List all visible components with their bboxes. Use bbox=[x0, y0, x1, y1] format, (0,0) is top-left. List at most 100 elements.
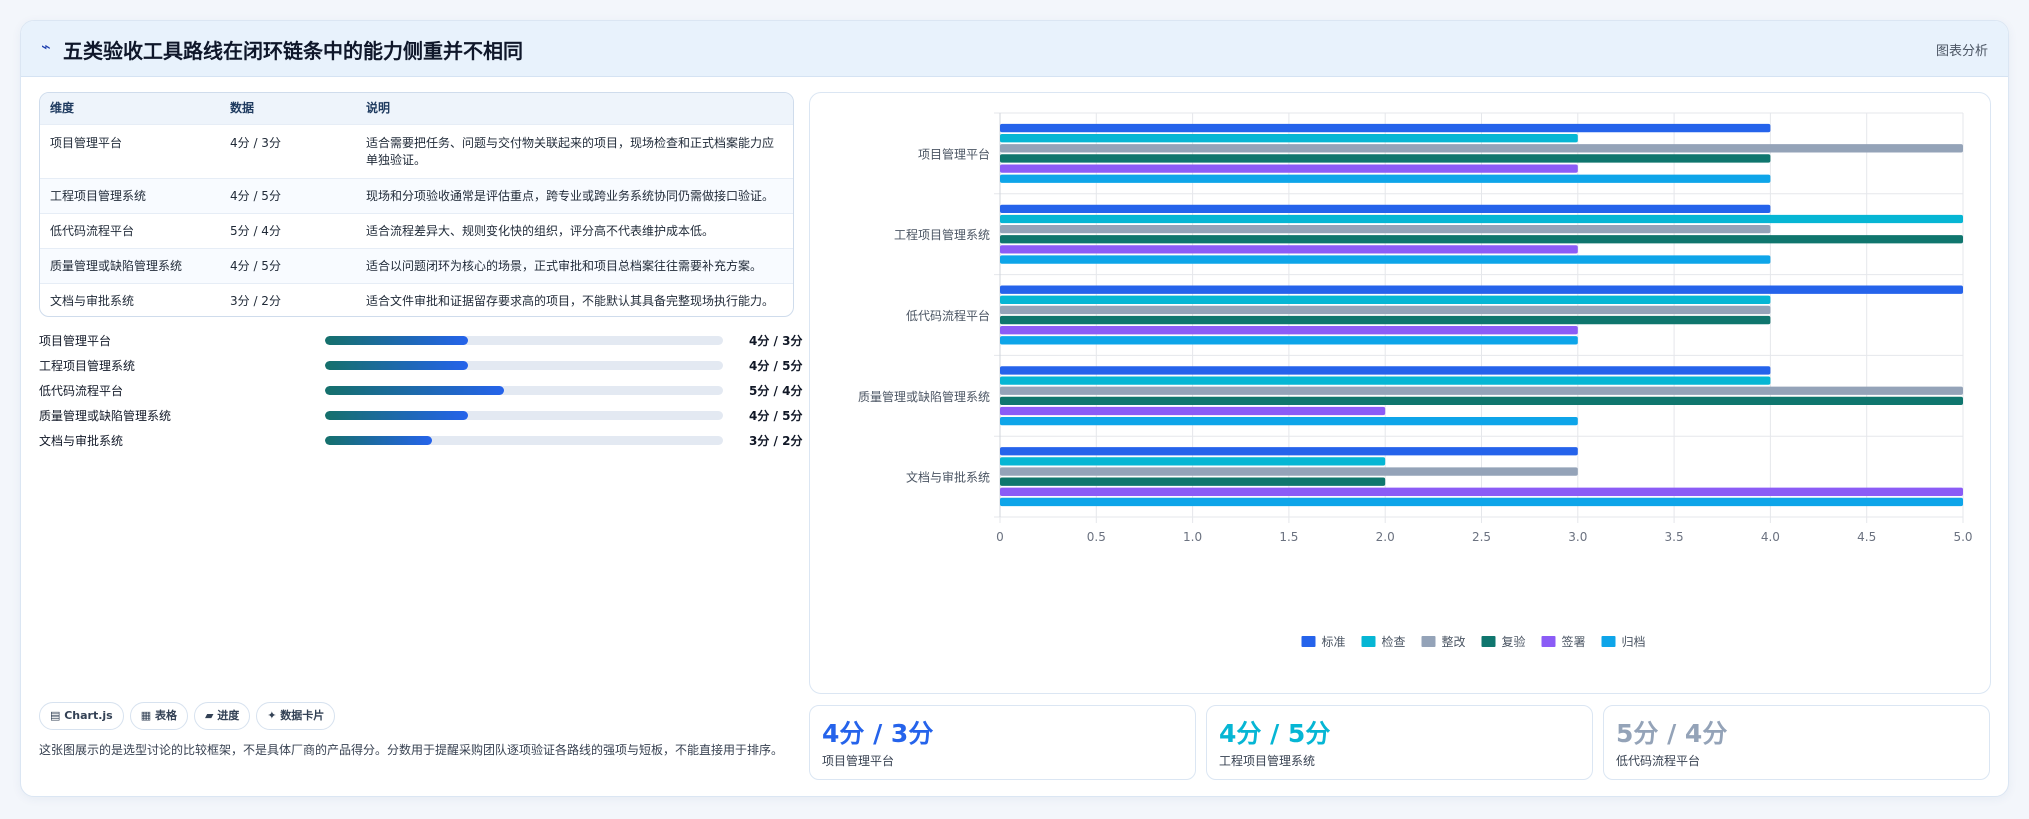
card-header: ⌁ 五类验收工具路线在闭环链条中的能力侧重并不相同 图表分析 bbox=[21, 21, 2008, 77]
y-tick-label: 质量管理或缺陷管理系统 bbox=[858, 389, 990, 404]
table-cell: 低代码流程平台 bbox=[50, 224, 135, 238]
chip-progress[interactable]: ▰ 进度 bbox=[193, 702, 251, 730]
progress-label: 低代码流程平台 bbox=[39, 384, 124, 398]
bar-标准 bbox=[1000, 123, 1771, 133]
y-tick-label: 低代码流程平台 bbox=[906, 308, 990, 323]
progress-row: 低代码流程平台 5分 / 4分 bbox=[39, 381, 802, 399]
bar-标准 bbox=[1000, 447, 1578, 456]
table-cell: 4分 / 5分 bbox=[230, 189, 281, 203]
table-cell: 文档与审批系统 bbox=[50, 294, 135, 308]
legend-label: 整改 bbox=[1442, 634, 1466, 649]
table-header-row: 维度 数据 说明 bbox=[40, 93, 793, 125]
legend-label: 签署 bbox=[1562, 634, 1586, 649]
progress-value: 3分 / 2分 bbox=[749, 434, 803, 448]
progress-label: 文档与审批系统 bbox=[39, 434, 124, 448]
legend-swatch bbox=[1541, 636, 1556, 647]
stat-card: 5分 / 4分 低代码流程平台 bbox=[1603, 705, 1990, 780]
bar-归档 bbox=[1000, 416, 1578, 426]
progress-track bbox=[325, 436, 723, 445]
table-cell: 项目管理平台 bbox=[50, 136, 123, 150]
x-tick-label: 0.5 bbox=[1087, 530, 1106, 544]
table-row: 质量管理或缺陷管理系统 4分 / 5分 适合以问题闭环为核心的场景，正式审批和项… bbox=[40, 249, 793, 284]
table-cell: 4分 / 5分 bbox=[230, 259, 281, 273]
bar-标准 bbox=[1000, 204, 1771, 214]
table-cell: 质量管理或缺陷管理系统 bbox=[50, 259, 183, 273]
bar-复验 bbox=[1000, 235, 1963, 244]
table-row: 项目管理平台 4分 / 3分 适合需要把任务、问题与交付物关联起来的项目，现场检… bbox=[40, 125, 793, 179]
bar-归档 bbox=[1000, 336, 1578, 345]
table-row: 工程项目管理系统 4分 / 5分 现场和分项验收通常是评估重点，跨专业或跨业务系… bbox=[40, 179, 793, 214]
legend-label: 标准 bbox=[1322, 635, 1346, 649]
bar-整改 bbox=[1000, 305, 1771, 315]
bar-整改 bbox=[1000, 467, 1578, 476]
bar-检查 bbox=[1000, 457, 1386, 466]
x-tick-label: 4.0 bbox=[1761, 530, 1780, 544]
bar-归档 bbox=[1000, 174, 1771, 183]
bar-整改 bbox=[1000, 144, 1963, 153]
y-tick-label: 项目管理平台 bbox=[918, 146, 990, 161]
progress-value: 5分 / 4分 bbox=[749, 384, 803, 398]
chip-data-cards[interactable]: ✦ 数据卡片 bbox=[256, 702, 336, 730]
x-tick-label: 4.5 bbox=[1857, 530, 1876, 544]
bar-归档 bbox=[1000, 497, 1963, 507]
table-cell: 适合需要把任务、问题与交付物关联起来的项目，现场检查和正式档案能力应单独验证。 bbox=[366, 136, 775, 167]
progress-label: 项目管理平台 bbox=[39, 334, 112, 348]
progress-track bbox=[325, 361, 723, 370]
stat-value: 4分 / 3分 bbox=[822, 719, 934, 748]
bar-检查 bbox=[1000, 376, 1771, 385]
table-row: 低代码流程平台 5分 / 4分 适合流程差异大、规则变化快的组织，评分高不代表维… bbox=[40, 214, 793, 249]
stat-card: 4分 / 5分 工程项目管理系统 bbox=[1206, 705, 1593, 780]
table-cell: 4分 / 3分 bbox=[230, 136, 281, 150]
bar-复验 bbox=[1000, 396, 1963, 406]
progress-track bbox=[325, 386, 723, 395]
bar-签署 bbox=[1000, 406, 1386, 416]
chart-canvas: 0 0.5 1.0 1.5 2.0 2.5 3.0 3.5 4.0 4.5 5.0 项目管理平台工程项… bbox=[858, 112, 1973, 649]
progress-row: 项目管理平台 4分 / 3分 bbox=[39, 331, 802, 349]
legend-swatch bbox=[1361, 636, 1376, 647]
legend-label: 归档 bbox=[1622, 635, 1646, 649]
bar-检查 bbox=[1000, 134, 1578, 143]
chip-table[interactable]: ▦ 表格 bbox=[129, 702, 188, 730]
legend-swatch bbox=[1421, 636, 1436, 647]
table-cell: 适合流程差异大、规则变化快的组织，评分高不代表维护成本低。 bbox=[366, 224, 715, 238]
legend-label: 复验 bbox=[1502, 634, 1526, 649]
table-cell: 工程项目管理系统 bbox=[50, 189, 147, 203]
progress-row: 工程项目管理系统 4分 / 5分 bbox=[39, 356, 802, 374]
analysis-card: ⌁ 五类验收工具路线在闭环链条中的能力侧重并不相同 图表分析 维度 数据 说明 … bbox=[20, 20, 2009, 797]
table-cell: 5分 / 4分 bbox=[230, 224, 281, 238]
bar-复验 bbox=[1000, 154, 1771, 163]
progress-track bbox=[325, 411, 723, 420]
progress-fill bbox=[325, 411, 469, 420]
y-tick-label: 工程项目管理系统 bbox=[894, 227, 990, 242]
bar-检查 bbox=[1000, 295, 1771, 304]
y-tick-label: 文档与审批系统 bbox=[906, 470, 990, 485]
comparison-table: 维度 数据 说明 项目管理平台 4分 / 3分 适合需要把任务、问题与交付物关联… bbox=[39, 92, 794, 317]
footnote: 这张图展示的是选型讨论的比较框架，不是具体厂商的产品得分。分数用于提醒采购团队逐… bbox=[39, 743, 784, 757]
x-tick-label: 1.0 bbox=[1183, 530, 1202, 544]
progress-row: 文档与审批系统 3分 / 2分 bbox=[39, 431, 802, 449]
bar-复验 bbox=[1000, 477, 1386, 486]
progress-value: 4分 / 5分 bbox=[749, 359, 803, 373]
bar-签署 bbox=[1000, 164, 1578, 173]
column-header: 说明 bbox=[366, 101, 391, 115]
bar-复验 bbox=[1000, 315, 1771, 325]
legend-swatch bbox=[1481, 636, 1496, 647]
bar-签署 bbox=[1000, 245, 1578, 254]
bar-签署 bbox=[1000, 326, 1578, 335]
stat-label: 项目管理平台 bbox=[822, 754, 895, 768]
progress-fill bbox=[325, 361, 469, 370]
bar-chart: 0 0.5 1.0 1.5 2.0 2.5 3.0 3.5 4.0 4.5 5.0 项目管理平台 工程项… bbox=[809, 92, 1991, 694]
page-title: 五类验收工具路线在闭环链条中的能力侧重并不相同 bbox=[63, 39, 523, 63]
bar-归档 bbox=[1000, 255, 1771, 264]
progress-value: 4分 / 5分 bbox=[749, 409, 803, 423]
chip-chartjs[interactable]: ▤ Chart.js bbox=[39, 702, 124, 730]
x-tick-label: 3.0 bbox=[1568, 530, 1587, 544]
x-tick-label: 0 bbox=[996, 530, 1004, 544]
table-row: 文档与审批系统 3分 / 2分 适合文件审批和证据留存要求高的项目，不能默认其具… bbox=[40, 284, 793, 316]
stat-label: 低代码流程平台 bbox=[1616, 754, 1701, 768]
spark-icon: ⌁ bbox=[41, 37, 51, 56]
table-cell: 现场和分项验收通常是评估重点，跨专业或跨业务系统协同仍需做接口验证。 bbox=[366, 189, 775, 203]
legend-swatch bbox=[1301, 636, 1316, 647]
progress-value: 4分 / 3分 bbox=[749, 334, 803, 348]
column-header: 维度 bbox=[50, 101, 75, 115]
